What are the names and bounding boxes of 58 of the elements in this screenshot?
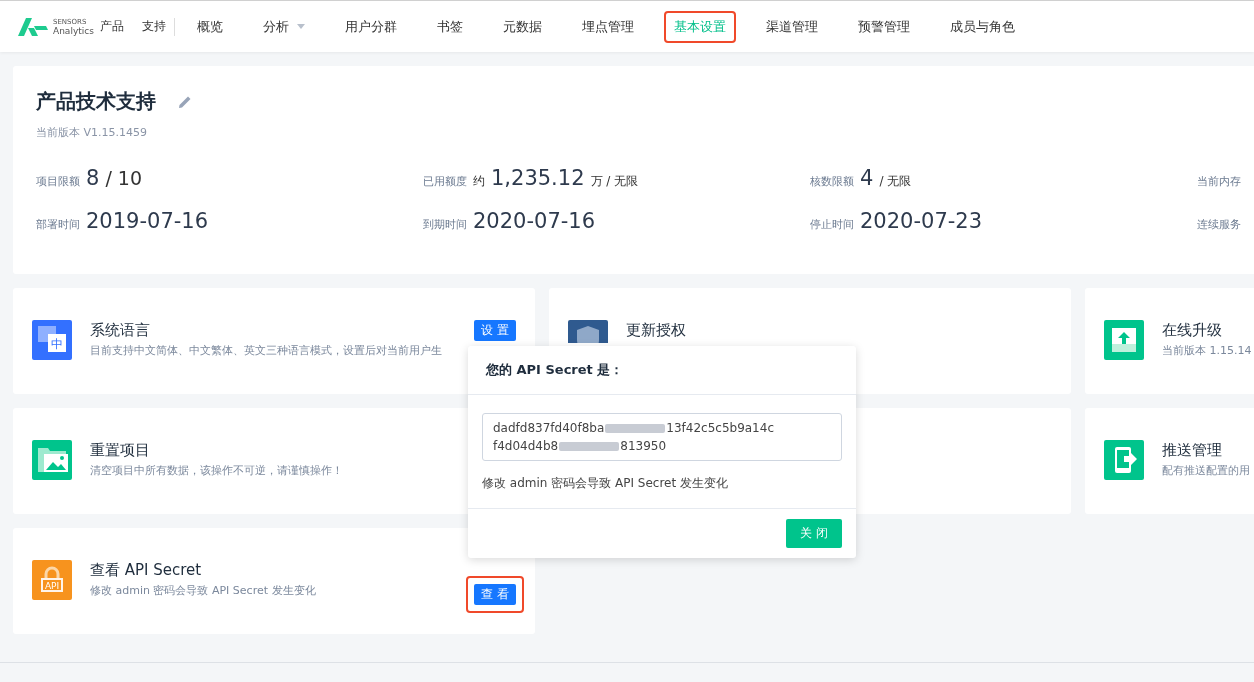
setting-icon [32,560,72,600]
nav-tab[interactable]: 成员与角色 [940,10,1025,43]
setting-icon [1104,320,1144,360]
stat-suffix: / 10 [105,167,142,189]
nav-tab[interactable]: 元数据 [493,10,552,43]
action-button[interactable]: 设 置 [474,320,516,341]
stat-suffix: / 无限 [879,173,912,190]
setting-icon [568,320,608,343]
stat-label: 核数限额 [810,174,854,189]
setting-icon [1104,440,1144,480]
stat-value: 2020-07-16 [473,209,596,233]
icon-label: 中 [51,337,63,351]
icon-label: API [44,581,60,591]
card-title: 在线升级 [1162,321,1222,340]
nav-tab[interactable]: 埋点管理 [572,10,644,43]
stat-label: 连续服务 [1197,217,1241,232]
stat-suffix: 万 / 无限 [590,173,639,190]
card-description: 清空项目中所有数据，该操作不可逆，请谨慎操作！ [90,463,343,478]
nav-tab[interactable]: 预警管理 [848,10,920,43]
card-description: 目前支持中文简体、中文繁体、英文三种语言模式，设置后对当前用户生 [90,343,442,358]
popover-note: 修改 admin 密码会导致 API Secret 发生变化 [482,475,729,492]
brand-name: Analytics [53,26,94,36]
logo-icon [18,17,48,36]
card-title: 更新授权 [626,321,686,340]
project-name-link[interactable]: 产品 支持 [100,18,166,35]
nav-tab[interactable]: 渠道管理 [756,10,828,43]
stat-label: 已用额度 [423,174,467,189]
stat-value: 2019-07-16 [86,209,209,233]
stat-prefix: 约 [473,173,485,190]
nav-tab[interactable]: 分析 [253,10,315,43]
stat-label: 当前内存 [1197,174,1241,189]
stat-value: 4 [860,166,874,190]
nav-tab[interactable]: 概览 [187,10,233,43]
version-text: 当前版本 V1.15.1459 [36,125,148,140]
stat-label: 停止时间 [810,217,854,232]
stat-label: 到期时间 [423,217,467,232]
card-description: 当前版本 1.15.14 [1162,343,1252,358]
nav-tab[interactable]: 用户分群 [335,10,407,43]
card-title: 重置项目 [90,441,150,460]
setting-icon [32,320,72,360]
secret-field[interactable]: dadfd837fd40f8ba 13f42c5c5b9a14c f4d04d4b8 813950 [482,413,842,461]
caret-icon [297,24,305,29]
card-description: 修改 admin 密码会导致 API Secret 发生变化 [90,583,316,598]
pencil-icon[interactable] [178,94,192,109]
card-title: 查看 API Secret [90,561,202,580]
card-title: 系统语言 [90,321,150,340]
project-title: 产品技术支持 [36,88,156,115]
action-button[interactable]: 查 看 [474,584,516,605]
card-description: 配有推送配置的用 [1162,463,1250,478]
popover-title: 您的 API Secret 是： [468,346,856,395]
stat-value: 1,235.12 [491,166,585,190]
setting-icon [32,440,72,480]
nav-tab[interactable]: 书签 [427,10,473,43]
stat-value: 8 [86,166,100,190]
card-title: 推送管理 [1162,441,1222,460]
stat-label: 部署时间 [36,217,80,232]
stat-label: 项目限额 [36,174,80,189]
stat-value: 2020-07-23 [860,209,983,233]
